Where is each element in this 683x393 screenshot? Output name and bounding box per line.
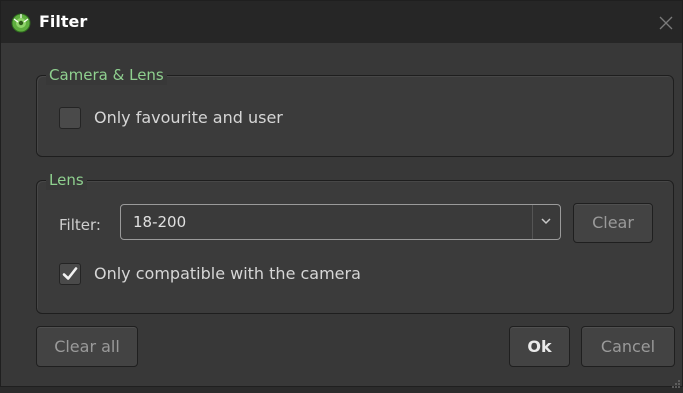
favourite-checkbox[interactable]: [59, 107, 81, 129]
checkmark-icon: [62, 267, 78, 280]
compatible-checkbox-label[interactable]: Only compatible with the camera: [94, 264, 361, 284]
title-bar[interactable]: Filter: [1, 1, 682, 43]
lens-filter-combo[interactable]: 18-200: [120, 204, 561, 240]
ok-button[interactable]: Ok: [509, 326, 570, 367]
camera-lens-group: Camera & Lens Only favourite and user: [36, 65, 674, 157]
lens-group: Lens Filter: 18-200 Clear Only compatibl…: [36, 170, 674, 314]
lens-filter-value[interactable]: 18-200: [133, 212, 186, 232]
app-logo-icon: [11, 13, 31, 33]
close-icon[interactable]: [654, 11, 678, 35]
lens-group-legend: Lens: [46, 170, 87, 190]
compatible-checkbox[interactable]: [59, 263, 81, 285]
clear-all-button[interactable]: Clear all: [36, 326, 138, 367]
favourite-checkbox-label[interactable]: Only favourite and user: [94, 108, 283, 128]
cancel-button[interactable]: Cancel: [581, 326, 675, 367]
filter-dialog: Filter Camera & Lens Only favourite and …: [0, 0, 683, 388]
filter-label: Filter:: [59, 216, 101, 234]
clear-filter-button[interactable]: Clear: [573, 203, 653, 243]
resize-grip-icon[interactable]: [671, 374, 681, 388]
camera-lens-group-legend: Camera & Lens: [46, 65, 167, 85]
chevron-down-icon[interactable]: [532, 205, 560, 239]
window-title: Filter: [39, 12, 88, 31]
